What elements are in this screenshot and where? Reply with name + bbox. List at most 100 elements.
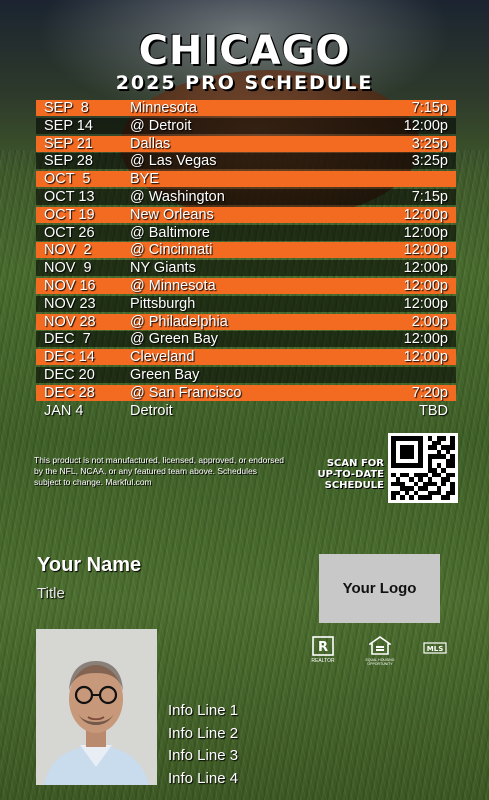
info-line-3: Info Line 3: [168, 747, 239, 764]
schedule-row: NOV 9 NY Giants 12:00p: [36, 260, 456, 277]
realtor-icon: R: [312, 636, 334, 656]
schedule-subtitle: 2025 PRO SCHEDULE: [115, 72, 374, 94]
game-time: 12:00p: [403, 224, 448, 241]
equal-housing-label: EQUAL HOUSING OPPORTUNITY: [365, 658, 395, 666]
game-opponent: NY Giants: [130, 260, 196, 277]
game-opponent: @ Washington: [130, 188, 225, 205]
schedule-row: DEC 20 Green Bay: [36, 366, 456, 383]
schedule-row: OCT 26 @ Baltimore 12:00p: [36, 224, 456, 241]
agent-portrait-image: [36, 629, 157, 785]
game-date: NOV 16: [44, 277, 96, 294]
schedule-row: OCT 13 @ Washington 7:15p: [36, 188, 456, 205]
game-date: DEC 28: [44, 384, 95, 401]
game-time: 2:00p: [411, 313, 448, 330]
agent-info: Info Line 1 Info Line 2 Info Line 3 Info…: [168, 700, 238, 790]
game-opponent: New Orleans: [130, 206, 214, 223]
game-opponent: BYE: [130, 171, 160, 188]
game-date: OCT 26: [44, 224, 95, 241]
game-opponent: @ Minnesota: [130, 277, 216, 294]
qr-caption-line-3: SCHEDULE: [324, 480, 384, 491]
game-date: JAN 4: [44, 402, 84, 419]
qr-caption-line-2: UP-TO-DATE: [317, 469, 384, 480]
info-line-2: Info Line 2: [168, 724, 239, 742]
game-time: 12:00p: [403, 349, 448, 366]
realtor-badge: R REALTOR: [310, 636, 336, 664]
qr-caption: SCAN FOR UP-TO-DATE SCHEDULE: [300, 458, 384, 491]
agent-name: Your Name: [37, 554, 142, 576]
agent-photo: [36, 629, 157, 785]
game-opponent: @ Las Vegas: [130, 153, 217, 170]
schedule-table: SEP 8 Minnesota 7:15p SEP 14 @ Detroit 12:00p…: [36, 100, 456, 420]
schedule-row: NOV 28 @ Philadelphia 2:00p: [36, 313, 456, 330]
schedule-row: DEC 7 @ Green Bay 12:00p: [36, 331, 456, 348]
game-date: OCT 19: [44, 206, 95, 223]
game-time: 12:00p: [403, 277, 448, 294]
schedule-row: DEC 28 @ San Francisco 7:20p: [36, 384, 456, 401]
game-opponent: @ Cincinnati: [130, 242, 213, 259]
game-date: SEP 28: [44, 153, 93, 170]
svg-text:MLS: MLS: [427, 645, 443, 653]
game-time: 12:00p: [403, 242, 448, 259]
agent-title: Title: [37, 585, 65, 602]
game-opponent: Cleveland: [130, 349, 195, 366]
game-opponent: @ Philadelphia: [130, 313, 228, 330]
game-opponent: Dallas: [130, 135, 171, 152]
game-date: DEC 20: [44, 366, 95, 383]
game-date: SEP 8: [44, 100, 89, 116]
game-date: SEP 21: [44, 135, 93, 152]
schedule-card: CHICAGO 2025 PRO SCHEDULE SEP 8 Minnesota…: [0, 0, 489, 800]
qr-code-icon[interactable]: [388, 433, 458, 503]
schedule-row: OCT 19 New Orleans 12:00p: [36, 206, 456, 223]
game-time: 7:20p: [411, 384, 448, 401]
game-time: 12:00p: [403, 260, 448, 277]
certification-badges: R REALTOR EQUAL HOUSING OPPORTUNITY MLS: [310, 636, 450, 666]
info-line-1: Info Line 1: [168, 702, 239, 719]
game-time: 3:25p: [411, 153, 448, 170]
game-opponent: Pittsburgh: [130, 295, 196, 312]
game-date: OCT 5: [44, 171, 91, 188]
schedule-row: SEP 21 Dallas 3:25p: [36, 135, 456, 152]
schedule-row: NOV 2 @ Cincinnati 12:00p: [36, 242, 456, 259]
game-date: NOV 2: [44, 242, 92, 259]
disclaimer-text: This product is not manufactured, licens…: [34, 455, 284, 487]
info-line-4: Info Line 4: [168, 769, 239, 787]
schedule-row: OCT 5 BYE: [36, 171, 456, 188]
game-opponent: @ Baltimore: [130, 224, 210, 241]
mls-icon: MLS: [423, 642, 447, 654]
game-time: 12:00p: [403, 295, 448, 312]
game-time: 7:15p: [411, 100, 448, 116]
game-date: NOV 28: [44, 313, 96, 330]
logo-placeholder: Your Logo: [319, 554, 440, 623]
game-time: 7:15p: [411, 188, 448, 205]
equal-housing-badge: EQUAL HOUSING OPPORTUNITY: [365, 636, 395, 666]
mls-badge: MLS: [422, 642, 448, 656]
schedule-row: NOV 23 Pittsburgh 12:00p: [36, 295, 456, 312]
realtor-label: REALTOR: [311, 658, 335, 664]
schedule-row: NOV 16 @ Minnesota 12:00p: [36, 277, 456, 294]
game-date: SEP 14: [44, 117, 93, 134]
game-time: 3:25p: [411, 135, 448, 152]
game-time: TBD: [419, 402, 448, 419]
schedule-row: SEP 8 Minnesota 7:15p: [36, 100, 456, 116]
game-opponent: @ San Francisco: [130, 384, 242, 401]
equal-housing-icon: [367, 636, 393, 655]
game-date: DEC 14: [44, 349, 95, 366]
game-opponent: @ Green Bay: [130, 331, 219, 348]
team-city-title: CHICAGO: [138, 28, 351, 74]
schedule-row: SEP 14 @ Detroit 12:00p: [36, 117, 456, 134]
game-date: OCT 13: [44, 188, 95, 205]
game-time: 12:00p: [403, 331, 448, 348]
game-date: NOV 23: [44, 295, 96, 312]
svg-text:R: R: [318, 640, 328, 655]
game-opponent: Minnesota: [130, 100, 197, 116]
game-time: 12:00p: [403, 206, 448, 223]
game-date: DEC 7: [44, 331, 91, 348]
schedule-row: DEC 14 Cleveland 12:00p: [36, 349, 456, 366]
game-opponent: Green Bay: [130, 366, 200, 383]
game-opponent: @ Detroit: [130, 117, 192, 134]
game-opponent: Detroit: [130, 402, 173, 419]
qr-caption-line-1: SCAN FOR: [326, 458, 384, 469]
schedule-row: SEP 28 @ Las Vegas 3:25p: [36, 153, 456, 170]
game-time: 12:00p: [403, 117, 448, 134]
game-date: NOV 9: [44, 260, 92, 277]
